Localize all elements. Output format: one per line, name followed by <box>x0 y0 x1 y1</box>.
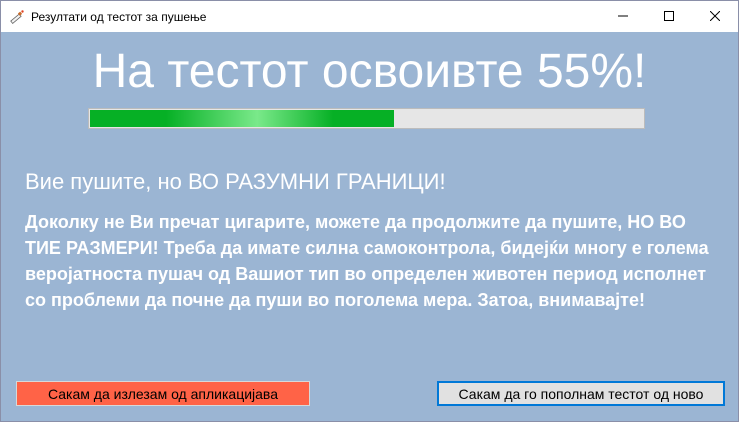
close-icon <box>709 8 721 26</box>
title-bar[interactable]: Резултати од тестот за пушење <box>1 1 738 32</box>
caption-buttons <box>600 1 738 32</box>
progress-fill <box>90 110 395 127</box>
close-button[interactable] <box>692 1 738 32</box>
minimize-button[interactable] <box>600 1 646 32</box>
minimize-icon <box>618 8 628 26</box>
result-panel: На тестот освоивте 55%! Вие пушите, но В… <box>1 32 738 421</box>
smoking-cigarette-icon <box>9 9 25 25</box>
retake-test-button[interactable]: Сакам да го пополнам тестот од ново <box>437 381 725 406</box>
description-text: Доколку не Ви пречат цигарите, можете да… <box>25 212 709 310</box>
score-progress-bar <box>88 108 645 129</box>
maximize-button[interactable] <box>646 1 692 32</box>
score-headline: На тестот освоивте 55%! <box>92 45 647 98</box>
window-title: Резултати од тестот за пушење <box>31 9 207 24</box>
verdict-text: Вие пушите, но ВО РАЗУМНИ ГРАНИЦИ! <box>25 169 446 194</box>
exit-app-button[interactable]: Сакам да излезам од апликацијава <box>16 381 310 406</box>
maximize-icon <box>664 8 674 26</box>
app-window: Резултати од тестот за пушење На тестот … <box>0 0 739 422</box>
